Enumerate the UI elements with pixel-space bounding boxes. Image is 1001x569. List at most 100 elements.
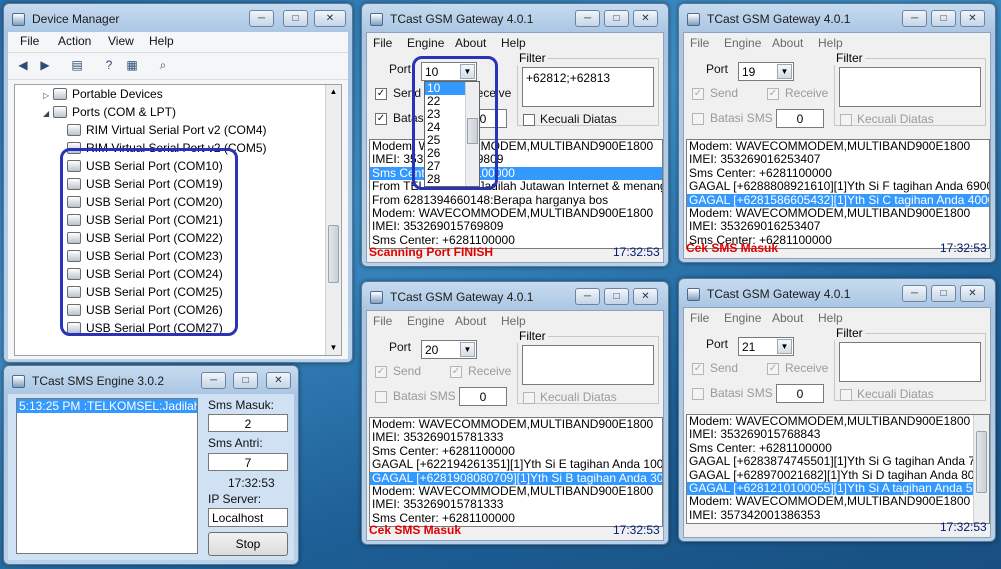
log-line[interactable]: Modem: WAVECOMMODEM,MULTIBAND900E1800 [370,484,662,498]
maximize-button[interactable]: □ [931,285,956,302]
title-bar[interactable]: TCast GSM Gateway 4.0.1 ─ □ ✕ [679,279,995,309]
receive-checkbox[interactable]: ✓ [767,363,779,375]
menu-file[interactable]: File [373,314,392,328]
chevron-down-icon[interactable]: ▼ [777,339,792,354]
log-line[interactable]: IMEI: 353269016253407 [687,152,989,166]
show-hide-tree-icon[interactable]: ▤ [68,57,86,73]
stop-button[interactable]: Stop [208,532,288,556]
log-list[interactable]: Modem: WAVECOMMODEM,MULTIBAND900E1800 IME… [686,414,990,524]
collapse-icon[interactable]: ◢ [43,105,53,123]
log-line[interactable]: Modem: WAVECOMMODEM,MULTIBAND900E1800 [370,418,662,431]
tree-category[interactable]: ▷ Portable Devices [43,85,163,103]
batasi-sms-checkbox[interactable]: ✓ [375,113,387,125]
menu-engine[interactable]: Engine [407,36,444,50]
minimize-button[interactable]: ─ [575,10,600,27]
log-line[interactable]: IMEI: 353269015781333 [370,497,662,511]
log-line[interactable]: Modem: WAVECOMMODEM,MULTIBAND900E1800 [687,415,989,428]
maximize-button[interactable]: □ [931,10,956,27]
log-line[interactable]: GAGAL [+628970021682][1]Yth Si D tagihan… [687,468,989,482]
tree-device[interactable]: RIM Virtual Serial Port v2 (COM4) [67,121,267,139]
log-scrollbar[interactable] [973,415,989,523]
port-select[interactable]: 19 ▼ [738,62,794,81]
maximize-button[interactable]: □ [604,288,629,305]
menu-help[interactable]: Help [149,34,174,48]
send-checkbox[interactable]: ✓ [692,363,704,375]
menu-about[interactable]: About [772,36,803,50]
menu-file[interactable]: File [690,311,709,325]
menu-help[interactable]: Help [818,311,843,325]
sms-masuk-field[interactable]: 2 [208,414,288,432]
log-line[interactable]: Modem: WAVECOMMODEM,MULTIBAND900E1800 [687,140,989,153]
close-button[interactable]: ✕ [633,10,658,27]
minimize-button[interactable]: ─ [201,372,226,389]
menu-about[interactable]: About [772,311,803,325]
minimize-button[interactable]: ─ [902,10,927,27]
maximize-button[interactable]: □ [233,372,258,389]
batasi-sms-input[interactable]: 0 [776,109,824,128]
send-checkbox[interactable]: ✓ [375,366,387,378]
menu-action[interactable]: Action [58,34,91,48]
menu-view[interactable]: View [108,34,134,48]
menu-engine[interactable]: Engine [407,314,444,328]
sms-list[interactable]: 5:13:25 PM :TELKOMSEL:Jadilah Juta [16,398,198,554]
log-line[interactable]: Sms Center: +6281100000 [370,444,662,458]
log-list[interactable]: Modem: WAVECOMMODEM,MULTIBAND900E1800 IME… [686,139,990,249]
minimize-button[interactable]: ─ [575,288,600,305]
scroll-thumb[interactable] [328,225,339,283]
menu-engine[interactable]: Engine [724,311,761,325]
back-icon[interactable]: ◀ [14,57,32,73]
close-button[interactable]: ✕ [960,285,985,302]
scroll-down-icon[interactable]: ▼ [326,341,341,355]
minimize-button[interactable]: ─ [902,285,927,302]
menu-help[interactable]: Help [818,36,843,50]
menu-help[interactable]: Help [501,314,526,328]
title-bar[interactable]: TCast SMS Engine 3.0.2 ─ □ ✕ [4,366,298,396]
log-line[interactable]: GAGAL [+6281908080709][1]Yth Si B tagiha… [370,471,662,485]
log-line[interactable]: Modem: WAVECOMMODEM,MULTIBAND900E1800 [370,206,662,220]
log-line[interactable]: GAGAL [+6283874745501][1]Yth Si G tagiha… [687,454,989,468]
close-button[interactable]: ✕ [960,10,985,27]
log-list[interactable]: Modem: WAVECOMMODEM,MULTIBAND900E1800 IME… [369,417,663,527]
batasi-sms-input[interactable]: 0 [459,387,507,406]
forward-icon[interactable]: ▶ [36,57,54,73]
help-icon[interactable]: ? [100,57,118,73]
kecuali-diatas-checkbox[interactable] [523,392,535,404]
port-select[interactable]: 20 ▼ [421,340,477,359]
sms-list-item[interactable]: 5:13:25 PM :TELKOMSEL:Jadilah Juta [17,399,197,413]
scroll-thumb[interactable] [976,431,987,493]
close-button[interactable]: ✕ [266,372,291,389]
title-bar[interactable]: TCast GSM Gateway 4.0.1 ─ □ ✕ [679,4,995,34]
receive-checkbox[interactable]: ✓ [450,366,462,378]
menu-file[interactable]: File [690,36,709,50]
log-line[interactable]: From 6281394660148:Berapa harganya bos [370,193,662,207]
title-bar[interactable]: Device Manager ─ □ ✕ [4,4,352,34]
title-bar[interactable]: TCast GSM Gateway 4.0.1 ─ □ ✕ [362,4,668,34]
menu-engine[interactable]: Engine [724,36,761,50]
menu-file[interactable]: File [373,36,392,50]
properties-icon[interactable]: ▦ [123,57,141,73]
kecuali-diatas-checkbox[interactable] [523,114,535,126]
filter-input[interactable] [839,67,981,107]
menu-help[interactable]: Help [501,36,526,50]
port-select[interactable]: 21 ▼ [738,337,794,356]
close-button[interactable]: ✕ [633,288,658,305]
title-bar[interactable]: TCast GSM Gateway 4.0.1 ─ □ ✕ [362,282,668,312]
tree-scrollbar[interactable]: ▲ ▼ [325,85,341,355]
log-line[interactable]: GAGAL [+6288808921610][1]Yth Si F tagiha… [687,179,989,193]
filter-input[interactable] [839,342,981,382]
menu-about[interactable]: About [455,36,486,50]
log-line[interactable]: Sms Center: +6281100000 [687,166,989,180]
batasi-sms-checkbox[interactable] [692,388,704,400]
scroll-up-icon[interactable]: ▲ [326,85,341,99]
filter-input[interactable]: +62812;+62813 [522,67,654,107]
receive-checkbox[interactable]: ✓ [767,88,779,100]
log-line[interactable]: GAGAL [+6281210100055][1]Yth Si A tagiha… [687,481,989,496]
minimize-button[interactable]: ─ [249,10,274,27]
chevron-down-icon[interactable]: ▼ [460,342,475,357]
batasi-sms-checkbox[interactable] [692,113,704,125]
chevron-down-icon[interactable]: ▼ [777,64,792,79]
send-checkbox[interactable]: ✓ [375,88,387,100]
log-line[interactable]: Modem: WAVECOMMODEM,MULTIBAND900E1800 [687,494,989,508]
kecuali-diatas-checkbox[interactable] [840,114,852,126]
log-line[interactable]: GAGAL [+622194261351][1]Yth Si E tagihan… [370,457,662,471]
